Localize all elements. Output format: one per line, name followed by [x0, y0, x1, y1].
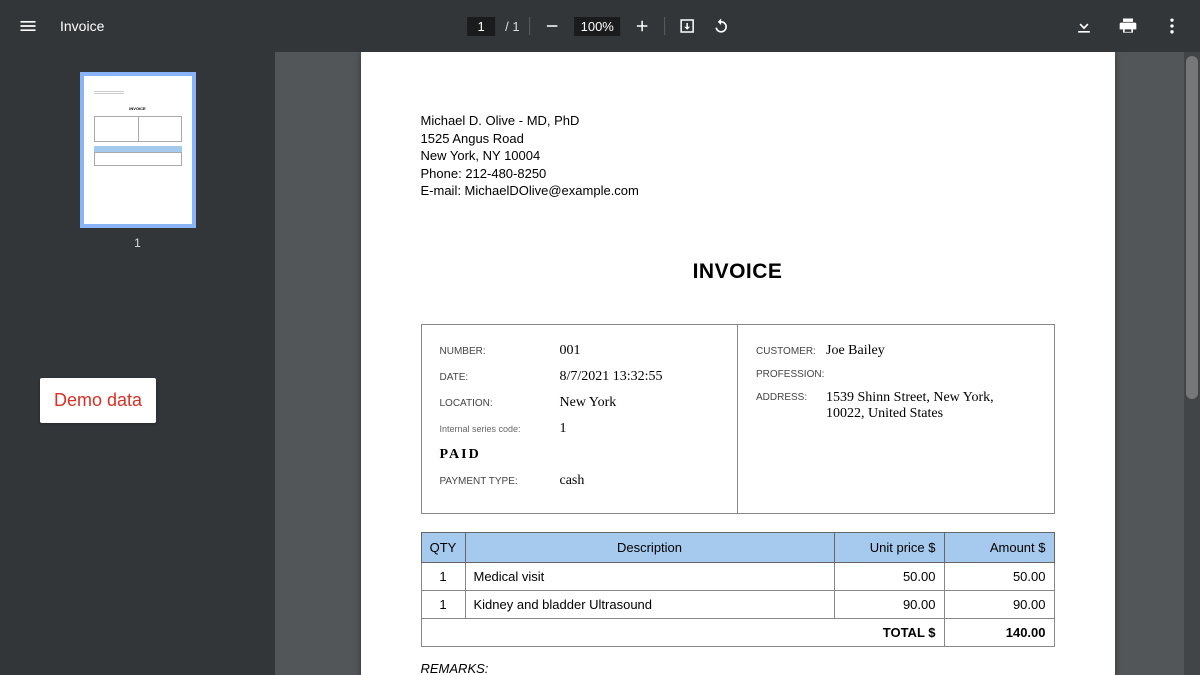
date-value: 8/7/2021 13:32:55 [560, 369, 663, 385]
demo-data-badge: Demo data [40, 378, 156, 423]
col-desc: Description [465, 532, 834, 562]
paid-stamp: PAID [440, 447, 720, 463]
thumbnail-sidebar: INVOICE 1 Demo data [0, 52, 275, 675]
cell-unit: 50.00 [834, 562, 944, 590]
thumbnail-label: 1 [134, 236, 141, 250]
number-label: NUMBER: [440, 346, 560, 357]
document-title: Invoice [60, 18, 104, 34]
address-value: 1539 Shinn Street, New York, 10022, Unit… [826, 390, 1036, 422]
cell-desc: Kidney and bladder Ultrasound [465, 590, 834, 618]
sender-name: Michael D. Olive - MD, PhD [421, 112, 1055, 130]
customer-value: Joe Bailey [826, 343, 885, 359]
fit-page-icon[interactable] [675, 14, 699, 38]
col-qty: QTY [421, 532, 465, 562]
cell-qty: 1 [421, 590, 465, 618]
cell-amt: 90.00 [944, 590, 1054, 618]
pdf-toolbar: Invoice 1 / 1 100% [0, 0, 1200, 52]
customer-label: CUSTOMER: [756, 346, 826, 357]
total-label: TOTAL $ [421, 618, 944, 646]
page-thumbnail[interactable]: INVOICE [80, 72, 196, 228]
sender-phone: Phone: 212-480-8250 [421, 165, 1055, 183]
rotate-icon[interactable] [709, 14, 733, 38]
page-current-input[interactable]: 1 [467, 17, 495, 36]
location-label: LOCATION: [440, 398, 560, 409]
invoice-heading: INVOICE [421, 260, 1055, 284]
download-icon[interactable] [1072, 14, 1096, 38]
divider [530, 17, 531, 35]
number-value: 001 [560, 343, 581, 359]
address-label: ADDRESS: [756, 390, 826, 403]
col-amount: Amount $ [944, 532, 1054, 562]
paytype-label: PAYMENT TYPE: [440, 476, 560, 487]
zoom-in-icon[interactable] [630, 14, 654, 38]
profession-label: PROFESSION: [756, 369, 826, 380]
sender-block: Michael D. Olive - MD, PhD 1525 Angus Ro… [421, 112, 1055, 200]
zoom-out-icon[interactable] [541, 14, 565, 38]
total-value: 140.00 [944, 618, 1054, 646]
cell-amt: 50.00 [944, 562, 1054, 590]
series-label: Internal series code: [440, 424, 560, 434]
line-items-table: QTY Description Unit price $ Amount $ 1 … [421, 532, 1055, 647]
total-row: TOTAL $ 140.00 [421, 618, 1054, 646]
pdf-page: Michael D. Olive - MD, PhD 1525 Angus Ro… [361, 52, 1115, 675]
col-unit: Unit price $ [834, 532, 944, 562]
zoom-level[interactable]: 100% [575, 17, 620, 36]
location-value: New York [560, 395, 617, 411]
table-row: 1 Medical visit 50.00 50.00 [421, 562, 1054, 590]
sender-city: New York, NY 10004 [421, 147, 1055, 165]
more-icon[interactable] [1160, 14, 1184, 38]
cell-desc: Medical visit [465, 562, 834, 590]
cell-qty: 1 [421, 562, 465, 590]
scrollbar[interactable] [1184, 52, 1200, 675]
sender-street: 1525 Angus Road [421, 130, 1055, 148]
print-icon[interactable] [1116, 14, 1140, 38]
menu-icon[interactable] [16, 14, 40, 38]
scrollbar-thumb[interactable] [1186, 56, 1198, 399]
series-value: 1 [560, 421, 567, 437]
invoice-meta: NUMBER:001 DATE:8/7/2021 13:32:55 LOCATI… [421, 324, 1055, 514]
page-total: / 1 [505, 19, 519, 34]
date-label: DATE: [440, 372, 560, 383]
sender-email: E-mail: MichaelDOlive@example.com [421, 182, 1055, 200]
paytype-value: cash [560, 473, 585, 489]
table-row: 1 Kidney and bladder Ultrasound 90.00 90… [421, 590, 1054, 618]
divider [664, 17, 665, 35]
pdf-viewer[interactable]: Michael D. Olive - MD, PhD 1525 Angus Ro… [275, 52, 1200, 675]
cell-unit: 90.00 [834, 590, 944, 618]
remarks-heading: REMARKS: [421, 661, 1055, 675]
